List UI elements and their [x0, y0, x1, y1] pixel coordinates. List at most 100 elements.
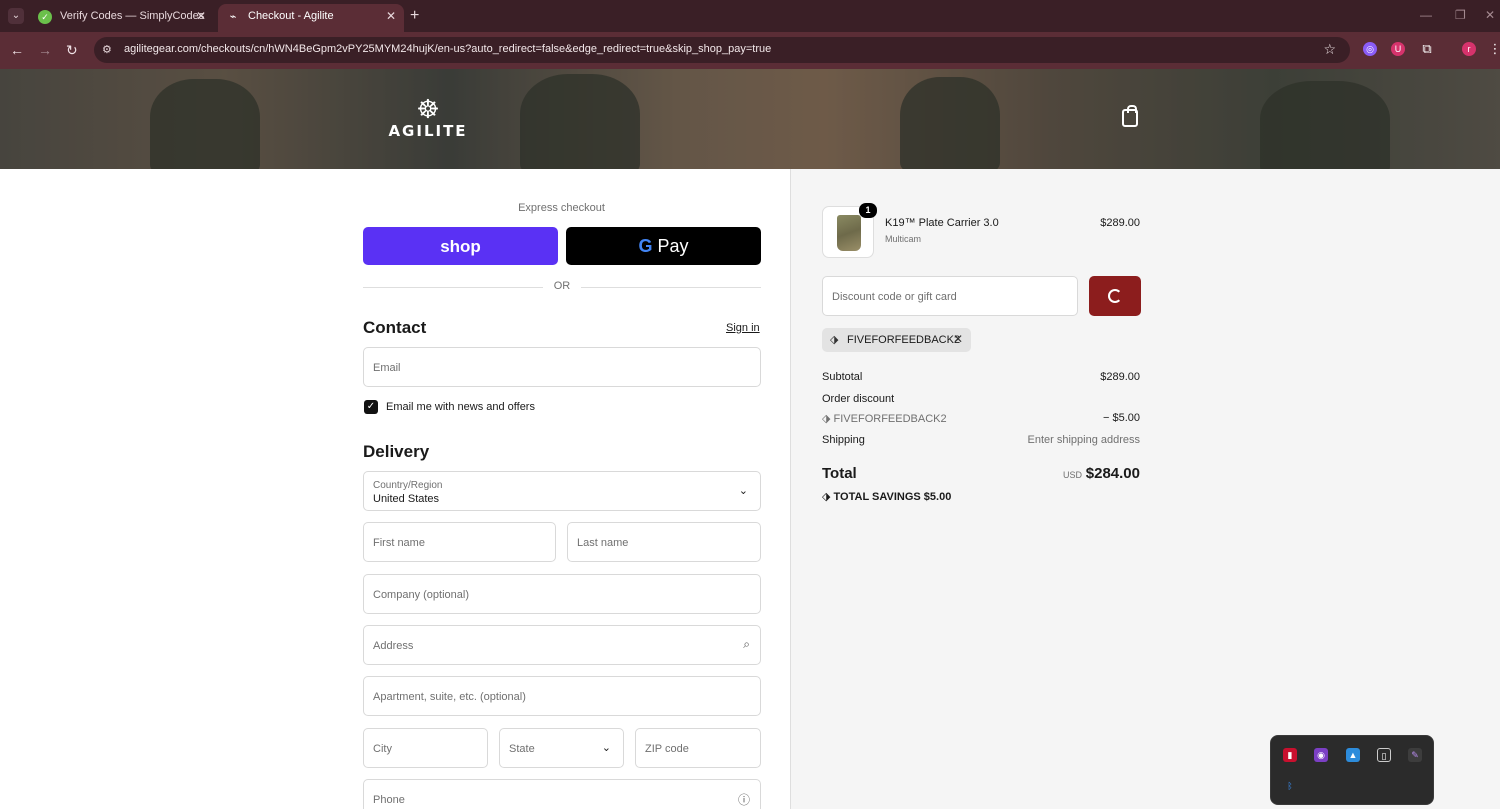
address-placeholder: Address — [373, 640, 414, 652]
shopping-bag-icon[interactable] — [1122, 105, 1138, 127]
product-variant: Multicam — [885, 234, 922, 244]
discount-placeholder: Discount code or gift card — [832, 291, 957, 303]
tag-icon: ⬗ — [822, 491, 831, 503]
apartment-field[interactable]: Apartment, suite, etc. (optional) — [363, 676, 761, 716]
feather-tray-icon[interactable]: ✎ — [1408, 748, 1422, 762]
discount-code-input[interactable]: Discount code or gift card — [822, 276, 1078, 316]
plate-carrier-image — [837, 215, 861, 251]
newsletter-checkbox[interactable]: ✓ — [364, 400, 378, 414]
last-name-field[interactable]: Last name — [567, 522, 761, 562]
close-tab-icon[interactable]: ✕ — [196, 4, 206, 28]
tag-icon: ⬗ — [830, 334, 839, 346]
first-name-field[interactable]: First name — [363, 522, 556, 562]
city-field[interactable]: City — [363, 728, 488, 768]
url-text[interactable]: agilitegear.com/checkouts/cn/hWN4BeGpm2v… — [124, 43, 771, 55]
new-tab-plus-icon[interactable]: + — [410, 6, 419, 26]
address-bar[interactable]: ⚙ agilitegear.com/checkouts/cn/hWN4BeGpm… — [94, 37, 1350, 63]
tab-title: Verify Codes — SimplyCodes — [60, 10, 205, 22]
tab-search-chevron-icon[interactable]: ⌄ — [8, 8, 24, 24]
subtotal-value: $289.00 — [1100, 371, 1140, 383]
product-name: K19™ Plate Carrier 3.0 — [885, 217, 999, 229]
banner-overlay — [0, 69, 1500, 169]
amd-tray-icon[interactable]: ▮ — [1283, 748, 1297, 762]
newsletter-label: Email me with news and offers — [386, 401, 535, 413]
sign-in-link[interactable]: Sign in — [726, 322, 760, 334]
hero-banner: ☸ AGILITE — [0, 69, 1500, 169]
email-field[interactable]: Email — [363, 347, 761, 387]
forward-arrow-icon[interactable]: → — [38, 42, 52, 58]
city-placeholder: City — [373, 743, 392, 755]
minimize-icon[interactable]: — — [1420, 8, 1432, 22]
savings-label: TOTAL SAVINGS — [833, 491, 921, 503]
google-g-icon: G — [638, 235, 653, 256]
state-placeholder: State — [509, 743, 535, 755]
chevron-down-icon: ⌄ — [738, 485, 748, 497]
divider — [363, 287, 543, 288]
shipping-value: Enter shipping address — [1027, 434, 1140, 446]
restore-icon[interactable]: ❐ — [1455, 8, 1466, 22]
usb-tray-icon[interactable]: ▯ — [1377, 748, 1391, 762]
back-arrow-icon[interactable]: ← — [10, 42, 24, 58]
order-summary: K19™ Plate Carrier 3.0 Multicam $289.00 … — [790, 169, 1500, 809]
bluetooth-tray-icon[interactable]: ᛒ — [1283, 779, 1297, 793]
system-tray-overflow: ▮ ◉ ▲ ▯ ✎ ᛒ — [1270, 735, 1434, 805]
shop-pay-button[interactable]: shop — [363, 227, 558, 265]
simplycodes-favicon-icon: ✓ — [38, 10, 52, 24]
company-placeholder: Company (optional) — [373, 589, 469, 601]
tab-simplycodes[interactable]: ✓ Verify Codes — SimplyCodes ✕ — [30, 4, 214, 32]
total-savings: ⬗ TOTAL SAVINGS $5.00 — [822, 490, 951, 503]
browser-toolbar: ← → ↻ ⚙ agilitegear.com/checkouts/cn/hWN… — [0, 32, 1500, 69]
quantity-badge: 1 — [859, 203, 877, 218]
agilite-favicon-icon: ⌁ — [229, 11, 237, 23]
total-label: Total — [822, 465, 857, 482]
country-label: Country/Region — [373, 480, 443, 491]
extension-simplycodes-icon[interactable]: ◎ — [1363, 42, 1377, 56]
order-discount-label: Order discount — [822, 393, 895, 405]
country-value: United States — [373, 493, 440, 505]
scorpion-logo-icon: ☸ — [416, 94, 440, 124]
delivery-heading: Delivery — [363, 442, 430, 461]
tab-title: Checkout - Agilite — [248, 10, 334, 22]
checkout-form: Express checkout shop G Pay OR Contact S… — [0, 169, 790, 809]
subtotal-label: Subtotal — [822, 371, 863, 383]
applied-code: FIVEFORFEEDBACK2 — [847, 334, 961, 346]
address-field[interactable]: Address ⌕ — [363, 625, 761, 665]
phone-placeholder: Phone — [373, 794, 405, 806]
agilite-logo[interactable]: ☸ AGILITE — [383, 96, 473, 146]
apartment-placeholder: Apartment, suite, etc. (optional) — [373, 691, 526, 703]
divider — [581, 287, 761, 288]
bookmark-star-icon[interactable]: ☆ — [1323, 41, 1336, 58]
help-circle-icon[interactable]: ⓘ — [738, 791, 750, 808]
phone-field[interactable]: Phone ⓘ — [363, 779, 761, 809]
product-price: $289.00 — [1100, 217, 1140, 229]
extensions-puzzle-icon[interactable]: ⧉ — [1420, 42, 1434, 56]
company-field[interactable]: Company (optional) — [363, 574, 761, 614]
email-placeholder: Email — [373, 362, 401, 374]
state-select[interactable]: State ⌄ — [499, 728, 624, 768]
gpay-label: Pay — [657, 235, 689, 256]
browser-menu-icon[interactable]: ⋮ — [1488, 42, 1500, 56]
close-tab-icon[interactable]: ✕ — [386, 4, 396, 28]
applied-discount-chip: ⬗ FIVEFORFEEDBACK2 ✕ — [822, 328, 971, 352]
warning-tray-icon[interactable]: ▲ — [1346, 748, 1360, 762]
reload-icon[interactable]: ↻ — [66, 42, 78, 58]
country-select[interactable]: Country/Region United States ⌄ — [363, 471, 761, 511]
chevron-down-icon: ⌄ — [601, 742, 611, 754]
tag-icon: ⬗ — [822, 413, 831, 425]
google-pay-button[interactable]: G Pay — [566, 227, 761, 265]
or-divider-text: OR — [553, 280, 571, 292]
profile-avatar[interactable]: r — [1462, 42, 1476, 56]
search-icon: ⌕ — [743, 637, 750, 651]
loading-spinner-icon — [1108, 289, 1122, 303]
site-settings-icon[interactable]: ⚙ — [102, 43, 112, 56]
savings-value: $5.00 — [923, 491, 952, 503]
currency-code: USD — [1063, 470, 1083, 480]
zip-field[interactable]: ZIP code — [635, 728, 761, 768]
close-window-icon[interactable]: ✕ — [1485, 8, 1495, 22]
tab-agilite-checkout[interactable]: ⌁ Checkout - Agilite ✕ — [218, 4, 404, 32]
capture-tray-icon[interactable]: ◉ — [1314, 748, 1328, 762]
apply-discount-button[interactable] — [1089, 276, 1141, 316]
brand-wordmark: AGILITE — [388, 122, 468, 140]
extension-shield-icon[interactable]: U — [1391, 42, 1405, 56]
remove-discount-icon[interactable]: ✕ — [953, 332, 963, 346]
